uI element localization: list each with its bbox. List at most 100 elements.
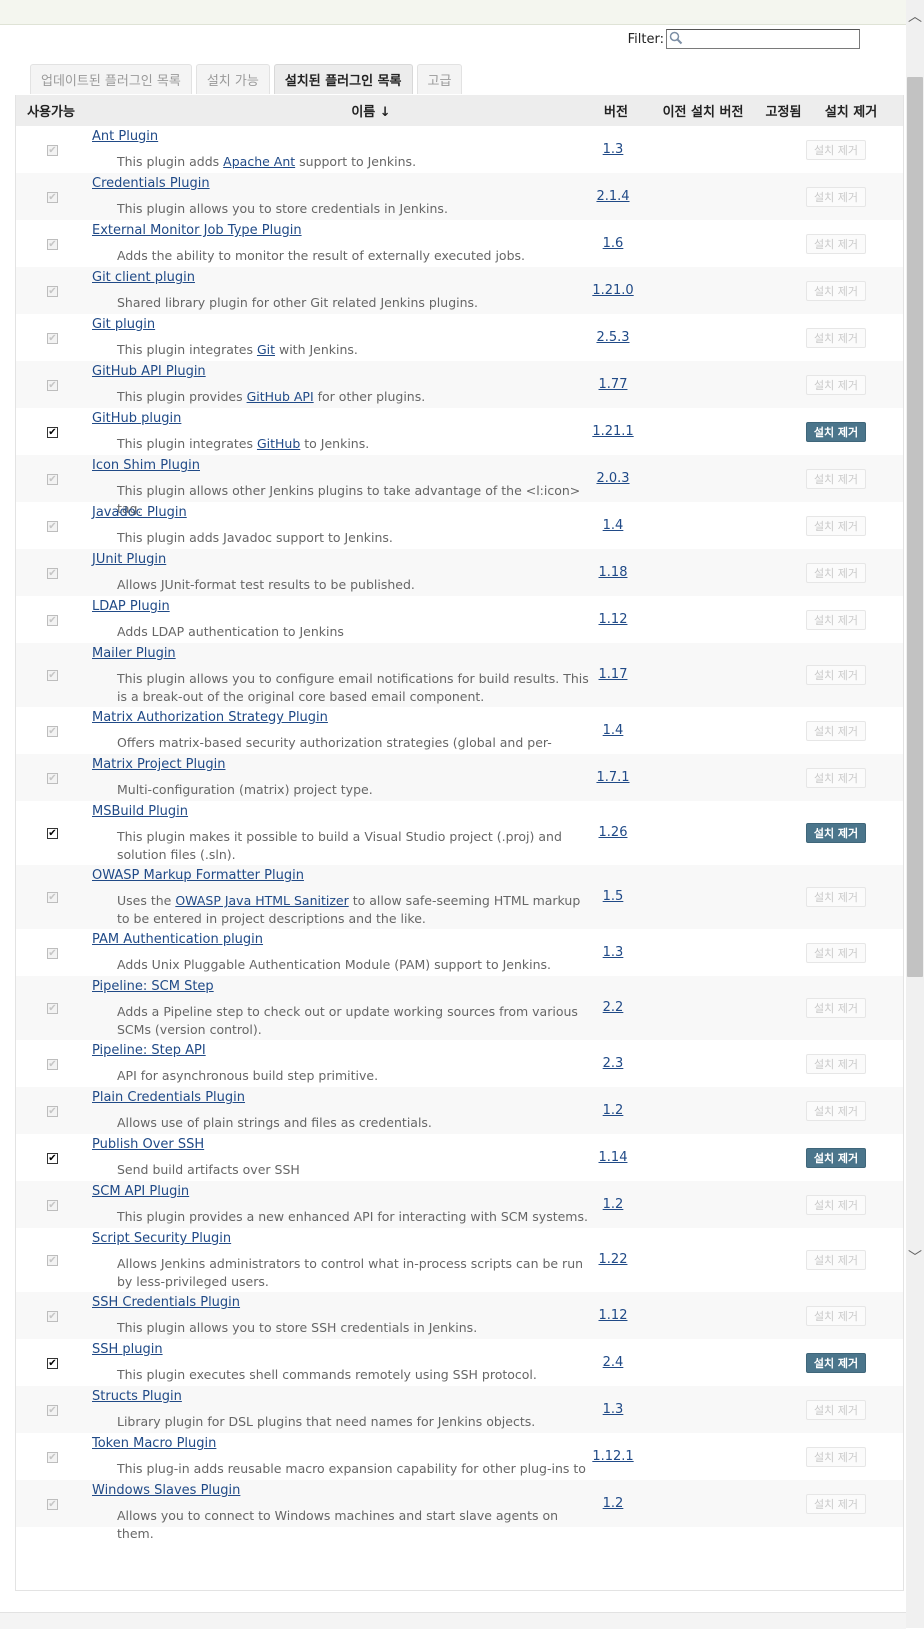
- plugin-name-link[interactable]: OWASP Markup Formatter Plugin: [92, 868, 304, 883]
- filter-input[interactable]: [666, 29, 860, 49]
- plugin-version-link[interactable]: 2.2: [576, 1000, 650, 1015]
- tab-updates[interactable]: 업데이트된 플러그인 목록: [30, 64, 192, 94]
- description-link[interactable]: GitHub: [257, 436, 300, 451]
- plugin-name-link[interactable]: SSH Credentials Plugin: [92, 1295, 240, 1310]
- plugin-name-link[interactable]: PAM Authentication plugin: [92, 932, 263, 947]
- table-row: ✔ Git plugin This plugin integrates Git wi…: [16, 314, 903, 361]
- plugin-version-link[interactable]: 1.22: [576, 1252, 650, 1267]
- plugin-name-link[interactable]: SCM API Plugin: [92, 1184, 189, 1199]
- scroll-down-icon[interactable]: ﹀: [906, 1248, 924, 1266]
- plugin-name-link[interactable]: Credentials Plugin: [92, 176, 210, 191]
- plugin-version-link[interactable]: 2.1.4: [576, 189, 650, 204]
- plugin-version-link[interactable]: 2.4: [576, 1355, 650, 1370]
- plugin-name-link[interactable]: Publish Over SSH: [92, 1137, 204, 1152]
- plugin-name-link[interactable]: Matrix Authorization Strategy Plugin: [92, 710, 328, 725]
- plugin-version-link[interactable]: 1.21.1: [576, 424, 650, 439]
- enable-checkbox: ✔: [47, 567, 58, 579]
- plugin-name-link[interactable]: SSH plugin: [92, 1342, 163, 1357]
- plugin-version-link[interactable]: 1.14: [576, 1150, 650, 1165]
- plugin-name-link[interactable]: Git plugin: [92, 317, 155, 332]
- plugin-version-link[interactable]: 1.26: [576, 825, 650, 840]
- plugin-name-link[interactable]: Pipeline: SCM Step: [92, 979, 214, 994]
- plugin-version-link[interactable]: 1.17: [576, 667, 650, 682]
- plugin-name-link[interactable]: Ant Plugin: [92, 129, 158, 144]
- scroll-up-icon[interactable]: ︿: [906, 7, 924, 25]
- plugin-name-link[interactable]: Structs Plugin: [92, 1389, 182, 1404]
- plugin-name-link[interactable]: Script Security Plugin: [92, 1231, 231, 1246]
- plugin-version-link[interactable]: 1.2: [576, 1496, 650, 1511]
- plugin-description: Adds LDAP authentication to Jenkins: [117, 623, 591, 641]
- plugin-name-link[interactable]: Windows Slaves Plugin: [92, 1483, 240, 1498]
- plugin-version-link[interactable]: 1.4: [576, 723, 650, 738]
- uninstall-button: 설치 제거: [806, 721, 866, 741]
- tab-installed[interactable]: 설치된 플러그인 목록: [273, 64, 413, 94]
- plugin-version-link[interactable]: 1.12: [576, 612, 650, 627]
- plugin-description: Send build artifacts over SSH: [117, 1161, 591, 1179]
- plugin-version-link[interactable]: 1.12: [576, 1308, 650, 1323]
- description-link[interactable]: Git: [257, 342, 275, 357]
- plugin-version-link[interactable]: 1.3: [576, 945, 650, 960]
- description-link[interactable]: GitHub API: [247, 389, 314, 404]
- scroll-thumb[interactable]: [907, 77, 923, 977]
- plugin-version-link[interactable]: 1.7.1: [576, 770, 650, 785]
- plugin-name-link[interactable]: Mailer Plugin: [92, 646, 176, 661]
- plugin-name-link[interactable]: MSBuild Plugin: [92, 804, 188, 819]
- enable-checkbox[interactable]: ✔: [47, 1358, 58, 1369]
- plugin-name-link[interactable]: JUnit Plugin: [92, 552, 166, 567]
- description-text: API for asynchronous build step primitiv…: [117, 1068, 379, 1083]
- plugin-name-link[interactable]: LDAP Plugin: [92, 599, 170, 614]
- enable-checkbox[interactable]: ✔: [47, 828, 58, 839]
- plugin-name-link[interactable]: Token Macro Plugin: [92, 1436, 216, 1451]
- plugin-description: This plugin allows you to store SSH cred…: [117, 1319, 591, 1337]
- uninstall-button[interactable]: 설치 제거: [806, 1353, 866, 1373]
- tab-available[interactable]: 설치 가능: [195, 64, 270, 94]
- plugin-name-link[interactable]: Icon Shim Plugin: [92, 458, 200, 473]
- table-row: ✔ GitHub plugin This plugin integrates Git…: [16, 408, 903, 455]
- plugin-name-link[interactable]: Git client plugin: [92, 270, 195, 285]
- uninstall-button: 설치 제거: [806, 563, 866, 583]
- uninstall-button: 설치 제거: [806, 469, 866, 489]
- plugin-name-link[interactable]: Javadoc Plugin: [92, 505, 187, 520]
- enable-checkbox[interactable]: ✔: [47, 427, 58, 438]
- description-link[interactable]: OWASP Java HTML Sanitizer: [175, 893, 348, 908]
- header-name-sort[interactable]: 이름 ↓: [86, 95, 656, 126]
- plugin-name-link[interactable]: GitHub plugin: [92, 411, 181, 426]
- uninstall-button: 설치 제거: [806, 610, 866, 630]
- tab-advanced[interactable]: 고급: [416, 64, 463, 94]
- enable-checkbox: ✔: [47, 1105, 58, 1117]
- plugin-version-link[interactable]: 1.18: [576, 565, 650, 580]
- uninstall-button: 설치 제거: [806, 887, 866, 907]
- plugin-name-link[interactable]: Pipeline: Step API: [92, 1043, 206, 1058]
- plugin-version-link[interactable]: 2.5.3: [576, 330, 650, 345]
- plugin-version-link[interactable]: 1.6: [576, 236, 650, 251]
- enable-checkbox: ✔: [47, 1498, 58, 1510]
- uninstall-button[interactable]: 설치 제거: [806, 1148, 866, 1168]
- plugin-name-link[interactable]: External Monitor Job Type Plugin: [92, 223, 302, 238]
- uninstall-button[interactable]: 설치 제거: [806, 422, 866, 442]
- scrollbar[interactable]: ︿ ﹀: [906, 0, 924, 1628]
- plugin-name-link[interactable]: Matrix Project Plugin: [92, 757, 225, 772]
- plugin-version-link[interactable]: 2.0.3: [576, 471, 650, 486]
- description-text: Send build artifacts over SSH: [117, 1162, 300, 1177]
- enable-checkbox[interactable]: ✔: [47, 1153, 58, 1164]
- description-link[interactable]: Apache Ant: [223, 154, 295, 169]
- plugin-name-link[interactable]: GitHub API Plugin: [92, 364, 206, 379]
- plugin-version-link[interactable]: 1.12.1: [576, 1449, 650, 1464]
- plugin-version-link[interactable]: 1.5: [576, 889, 650, 904]
- plugin-description: Shared library plugin for other Git rela…: [117, 294, 591, 312]
- enable-checkbox: ✔: [47, 1058, 58, 1070]
- plugin-version-link[interactable]: 1.21.0: [576, 283, 650, 298]
- plugin-version-link[interactable]: 1.3: [576, 1402, 650, 1417]
- plugin-version-link[interactable]: 1.77: [576, 377, 650, 392]
- plugin-version-link[interactable]: 1.4: [576, 518, 650, 533]
- plugin-version-link[interactable]: 1.2: [576, 1197, 650, 1212]
- plugin-version-link[interactable]: 1.3: [576, 142, 650, 157]
- uninstall-button: 설치 제거: [806, 1101, 866, 1121]
- uninstall-button: 설치 제거: [806, 1447, 866, 1467]
- plugin-description: Allows JUnit-format test results to be p…: [117, 576, 591, 594]
- plugin-name-link[interactable]: Plain Credentials Plugin: [92, 1090, 245, 1105]
- plugin-version-link[interactable]: 2.3: [576, 1056, 650, 1071]
- plugin-description: This plugin makes it possible to build a…: [117, 828, 591, 864]
- uninstall-button[interactable]: 설치 제거: [806, 823, 866, 843]
- plugin-version-link[interactable]: 1.2: [576, 1103, 650, 1118]
